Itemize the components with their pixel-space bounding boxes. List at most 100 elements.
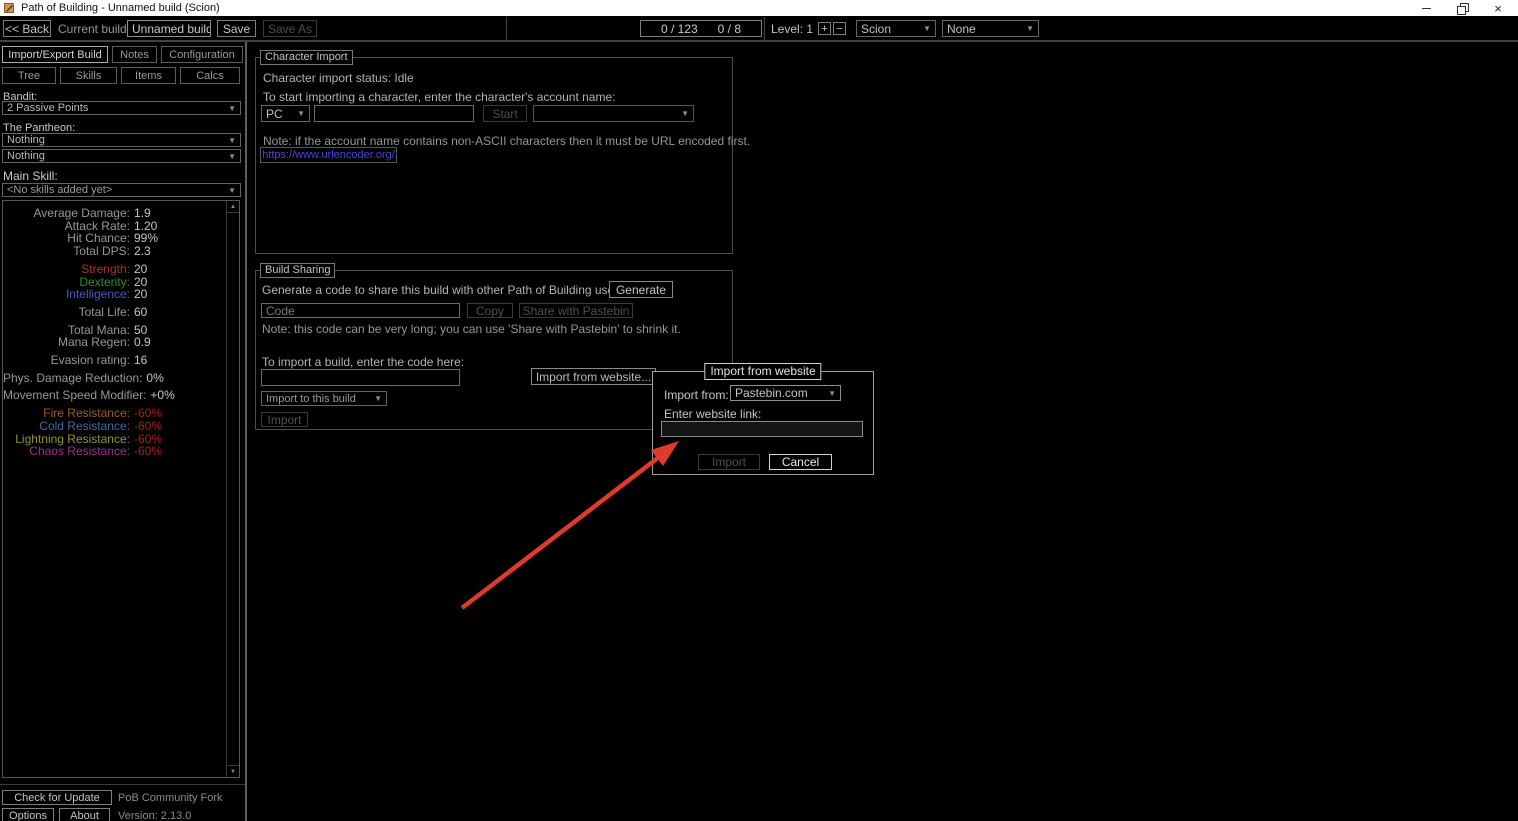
close-button[interactable]: ×	[1480, 0, 1516, 16]
bandit-dropdown-value: 2 Passive Points	[7, 102, 88, 114]
urlencoder-link-button[interactable]: https://www.urlencoder.org/	[260, 147, 397, 163]
stat-row-cold-resistance: Cold Resistance:-60%	[3, 420, 225, 433]
minimize-button[interactable]	[1408, 0, 1444, 16]
sidebar-tabs-row1: Import/Export BuildNotesConfiguration	[2, 46, 243, 63]
stats-scrollbar[interactable]: ▲ ▼	[226, 201, 239, 777]
restore-button[interactable]	[1444, 0, 1480, 16]
stat-row-chaos-resistance: Chaos Resistance:-60%	[3, 445, 225, 458]
fork-name-label: PoB Community Fork	[118, 792, 223, 805]
chevron-down-icon: ▼	[228, 136, 236, 145]
main-skill-value: <No skills added yet>	[7, 184, 112, 196]
options-button[interactable]: Options	[2, 808, 54, 821]
sidebar-tabs-row2: TreeSkillsItemsCalcs	[2, 67, 240, 84]
dialog-import-button: Import	[698, 454, 760, 470]
website-link-label: Enter website link:	[664, 408, 761, 421]
stat-row-fire-resistance: Fire Resistance:-60%	[3, 407, 225, 420]
chevron-down-icon: ▼	[228, 152, 236, 161]
import-source-dropdown[interactable]: Pastebin.com ▼	[730, 385, 841, 401]
scroll-down-button[interactable]: ▼	[227, 765, 239, 777]
tab-skills[interactable]: Skills	[60, 67, 117, 84]
website-link-input[interactable]	[661, 421, 863, 437]
build-sharing-legend: Build Sharing	[260, 263, 335, 278]
app-icon	[4, 2, 16, 14]
stat-row-total-dps: Total DPS:2.3	[3, 245, 225, 258]
passive-points-box: 0 / 123 0 / 8	[640, 20, 762, 37]
tab-tree[interactable]: Tree	[2, 67, 56, 84]
pantheon-minor-dropdown[interactable]: Nothing ▼	[2, 149, 241, 163]
pantheon-major-value: Nothing	[7, 134, 45, 146]
chevron-down-icon: ▼	[297, 109, 305, 118]
bandit-dropdown[interactable]: 2 Passive Points ▼	[2, 101, 241, 115]
platform-dropdown-value: PC	[266, 107, 283, 121]
level-decrease-button[interactable]: −	[833, 22, 846, 35]
scroll-down-icon: ▼	[230, 769, 236, 775]
stats-list: Average Damage:1.9Attack Rate:1.20Hit Ch…	[3, 207, 225, 463]
scroll-up-icon: ▲	[230, 204, 236, 210]
restore-icon	[1457, 3, 1467, 13]
ascendancy-dropdown[interactable]: None ▼	[942, 20, 1039, 37]
chevron-down-icon: ▼	[228, 104, 236, 113]
import-code-prompt-text: To import a build, enter the code here:	[262, 356, 464, 369]
import-from-website-button[interactable]: Import from website...	[531, 368, 656, 385]
build-name-input[interactable]: Unnamed build	[127, 20, 211, 37]
close-icon: ×	[1494, 2, 1502, 15]
stat-row-intelligence: Intelligence:20	[3, 288, 225, 301]
window-title: Path of Building - Unnamed build (Scion)	[21, 2, 220, 14]
import-from-website-dialog: Import from website Import from: Pastebi…	[652, 371, 874, 475]
version-label: Version: 2.13.0	[118, 810, 191, 821]
realm-dropdown[interactable]: ▼	[533, 105, 694, 122]
scroll-up-button[interactable]: ▲	[227, 201, 239, 213]
tab-notes[interactable]: Notes	[112, 46, 157, 63]
ascendancy-dropdown-value: None	[947, 22, 976, 36]
dialog-title: Import from website	[704, 363, 821, 380]
about-button[interactable]: About	[59, 808, 110, 821]
stat-row-mana-regen: Mana Regen:0.9	[3, 336, 225, 349]
tab-items[interactable]: Items	[121, 67, 176, 84]
class-dropdown-value: Scion	[861, 22, 891, 36]
passive-points-main: 0 / 123	[661, 22, 698, 36]
platform-dropdown[interactable]: PC ▼	[261, 105, 310, 122]
check-for-update-button[interactable]: Check for Update	[2, 790, 112, 805]
back-button[interactable]: << Back	[3, 20, 51, 37]
tab-configuration[interactable]: Configuration	[161, 46, 243, 63]
current-build-label: Current build:	[58, 23, 130, 36]
save-as-button: Save As	[263, 20, 317, 37]
chevron-down-icon: ▼	[923, 24, 931, 33]
toolbar-divider-2	[764, 17, 765, 40]
tab-calcs[interactable]: Calcs	[180, 67, 240, 84]
main-skill-label: Main Skill:	[3, 170, 58, 183]
import-source-value: Pastebin.com	[735, 386, 808, 400]
dialog-cancel-button[interactable]: Cancel	[769, 454, 832, 470]
code-note-text: Note: this code can be very long; you ca…	[262, 323, 681, 336]
main-skill-dropdown[interactable]: <No skills added yet> ▼	[2, 183, 241, 197]
chevron-down-icon: ▼	[1026, 24, 1034, 33]
import-code-button: Import	[261, 412, 308, 427]
level-label: Level: 1	[771, 23, 813, 36]
pantheon-major-dropdown[interactable]: Nothing ▼	[2, 133, 241, 147]
chevron-down-icon: ▼	[374, 394, 382, 403]
stat-row-total-life: Total Life:60	[3, 306, 225, 319]
import-from-label: Import from:	[664, 389, 729, 402]
tab-import-export-build[interactable]: Import/Export Build	[2, 46, 108, 63]
character-import-section: Character Import Character import status…	[255, 57, 733, 254]
stat-row-strength: Strength:20	[3, 263, 225, 276]
titlebar: Path of Building - Unnamed build (Scion)…	[0, 0, 1518, 16]
import-code-input[interactable]	[261, 369, 460, 386]
toolbar-bottom-divider	[0, 40, 1518, 42]
save-button[interactable]: Save	[217, 20, 256, 37]
import-prompt-text: To start importing a character, enter th…	[263, 91, 615, 104]
minimize-icon	[1422, 8, 1431, 9]
window-controls: ×	[1408, 0, 1516, 16]
passive-points-ascendancy: 0 / 8	[718, 22, 741, 36]
stat-row-movement-speed-modifier: Movement Speed Modifier:+0%	[3, 389, 225, 402]
account-name-input[interactable]	[314, 105, 474, 122]
code-output-input[interactable]: Code	[261, 303, 460, 318]
import-to-dropdown[interactable]: Import to this build ▼	[261, 391, 387, 406]
copy-button: Copy	[467, 303, 513, 318]
level-increase-button[interactable]: +	[818, 22, 831, 35]
class-dropdown[interactable]: Scion ▼	[856, 20, 936, 37]
toolbar-divider	[506, 17, 507, 40]
share-with-pastebin-button: Share with Pastebin	[519, 303, 633, 318]
generate-button[interactable]: Generate	[609, 281, 673, 298]
chevron-down-icon: ▼	[681, 109, 689, 118]
